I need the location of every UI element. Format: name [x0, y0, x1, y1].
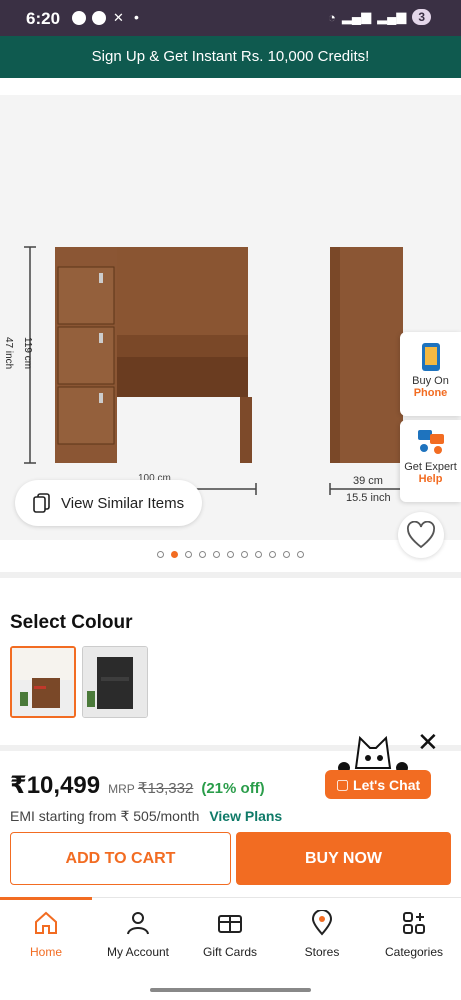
product-image [24, 246, 403, 495]
product-image-gallery[interactable]: 119 cm 47 inch 100 cm 39 cm 15.5 inch [0, 95, 461, 540]
colour-option-brown[interactable] [10, 646, 76, 718]
mrp-label: MRP [108, 782, 135, 796]
buy-now-button[interactable]: BUY NOW [236, 832, 451, 885]
expert-help-button[interactable]: Get Expert Help [400, 420, 461, 502]
selling-price: ₹10,499 [10, 772, 101, 799]
price-row: ₹10,499 MRP ₹13,332 (21% off) [10, 771, 265, 800]
categories-icon [403, 912, 425, 934]
signup-banner[interactable]: Sign Up & Get Instant Rs. 10,000 Credits… [0, 36, 461, 78]
expert-chat-icon [417, 430, 444, 454]
nav-stores[interactable]: Stores [276, 909, 368, 959]
nav-gift-cards-label: Gift Cards [202, 945, 257, 959]
mrp: MRP ₹13,332 [108, 779, 193, 797]
chat-mascot-icon [338, 735, 408, 772]
pagination-dot[interactable] [199, 551, 206, 558]
view-similar-button[interactable]: View Similar Items [15, 480, 202, 526]
nav-home[interactable]: Home [0, 910, 92, 959]
lets-chat-label: Let's Chat [353, 776, 421, 793]
depth-label-inch: 15.5 inch [346, 492, 391, 504]
expert-help-line2: Help [418, 473, 443, 485]
nav-home-label: Home [29, 945, 62, 959]
colour-thumbnail-black [83, 647, 147, 717]
gesture-home-indicator[interactable] [150, 988, 311, 992]
pagination-dot[interactable] [213, 551, 220, 558]
mrp-value: ₹13,332 [137, 780, 194, 797]
phone-icon [421, 343, 440, 371]
user-icon [127, 912, 149, 935]
select-colour-title: Select Colour [10, 612, 133, 633]
pagination-dot[interactable] [241, 551, 248, 558]
nav-gift-cards[interactable]: Gift Cards [184, 910, 276, 959]
height-label-inch: 47 inch [3, 337, 14, 370]
buy-on-phone-button[interactable]: Buy On Phone [400, 332, 461, 416]
heart-icon [407, 521, 435, 549]
height-label: 119 cm [22, 337, 33, 370]
pagination-dot[interactable] [255, 551, 262, 558]
store-pin-icon [311, 909, 333, 936]
dot-icon: • [134, 9, 139, 25]
chat-notification-icon [92, 11, 106, 25]
expert-help-line1: Get Expert [404, 461, 457, 473]
view-plans-link[interactable]: View Plans [209, 808, 282, 824]
signal-icon: ▂▄▆ [341, 9, 372, 24]
home-icon [35, 911, 57, 934]
add-to-cart-button[interactable]: ADD TO CART [10, 832, 231, 885]
pagination-dot[interactable] [185, 551, 192, 558]
nav-categories-label: Categories [384, 945, 444, 959]
mute-icon: ✕ [113, 10, 124, 25]
discount-badge: (21% off) [201, 780, 265, 797]
nav-stores-label: Stores [304, 945, 340, 959]
colour-option-black[interactable] [82, 646, 148, 718]
status-bar: 6:20 ✕ • ◔ ▂▄▆ ▂▄▆ 3 [0, 0, 461, 36]
nav-categories[interactable]: Categories [368, 910, 460, 959]
pagination-dot[interactable] [157, 551, 164, 558]
nav-my-account-label: My Account [106, 945, 170, 959]
view-similar-label: View Similar Items [61, 494, 185, 512]
similar-items-icon [33, 493, 50, 513]
pagination-dot[interactable] [171, 551, 178, 558]
emi-text: EMI starting from ₹ 505/month [10, 808, 200, 824]
buy-on-phone-line2: Phone [413, 387, 448, 399]
section-divider [0, 572, 461, 578]
pagination-dot[interactable] [227, 551, 234, 558]
chat-bubble-icon: ▢ [335, 776, 350, 792]
pagination-dot[interactable] [269, 551, 276, 558]
depth-label: 39 cm [353, 475, 383, 487]
close-chat-icon[interactable]: ✕ [417, 729, 439, 755]
buy-on-phone-line1: Buy On [412, 375, 449, 387]
pagination-dot[interactable] [283, 551, 290, 558]
battery-indicator: 3 [412, 9, 431, 25]
active-tab-indicator [0, 897, 92, 900]
lets-chat-button[interactable]: ▢ Let's Chat [325, 770, 431, 799]
message-notification-icon [72, 11, 86, 25]
emi-info: EMI starting from ₹ 505/month View Plans [10, 808, 282, 825]
gift-card-icon [218, 915, 242, 933]
signal-icon-2: ▂▄▆ [377, 9, 407, 24]
colour-thumbnail-brown [12, 648, 74, 716]
pagination-dot[interactable] [297, 551, 304, 558]
bottom-navigation: Home My Account Gift Cards Stores Catego… [0, 897, 461, 977]
wifi-icon: ◔ [328, 9, 336, 25]
nav-my-account[interactable]: My Account [92, 910, 184, 959]
gallery-pagination[interactable] [0, 551, 461, 558]
status-time: 6:20 [26, 9, 61, 28]
